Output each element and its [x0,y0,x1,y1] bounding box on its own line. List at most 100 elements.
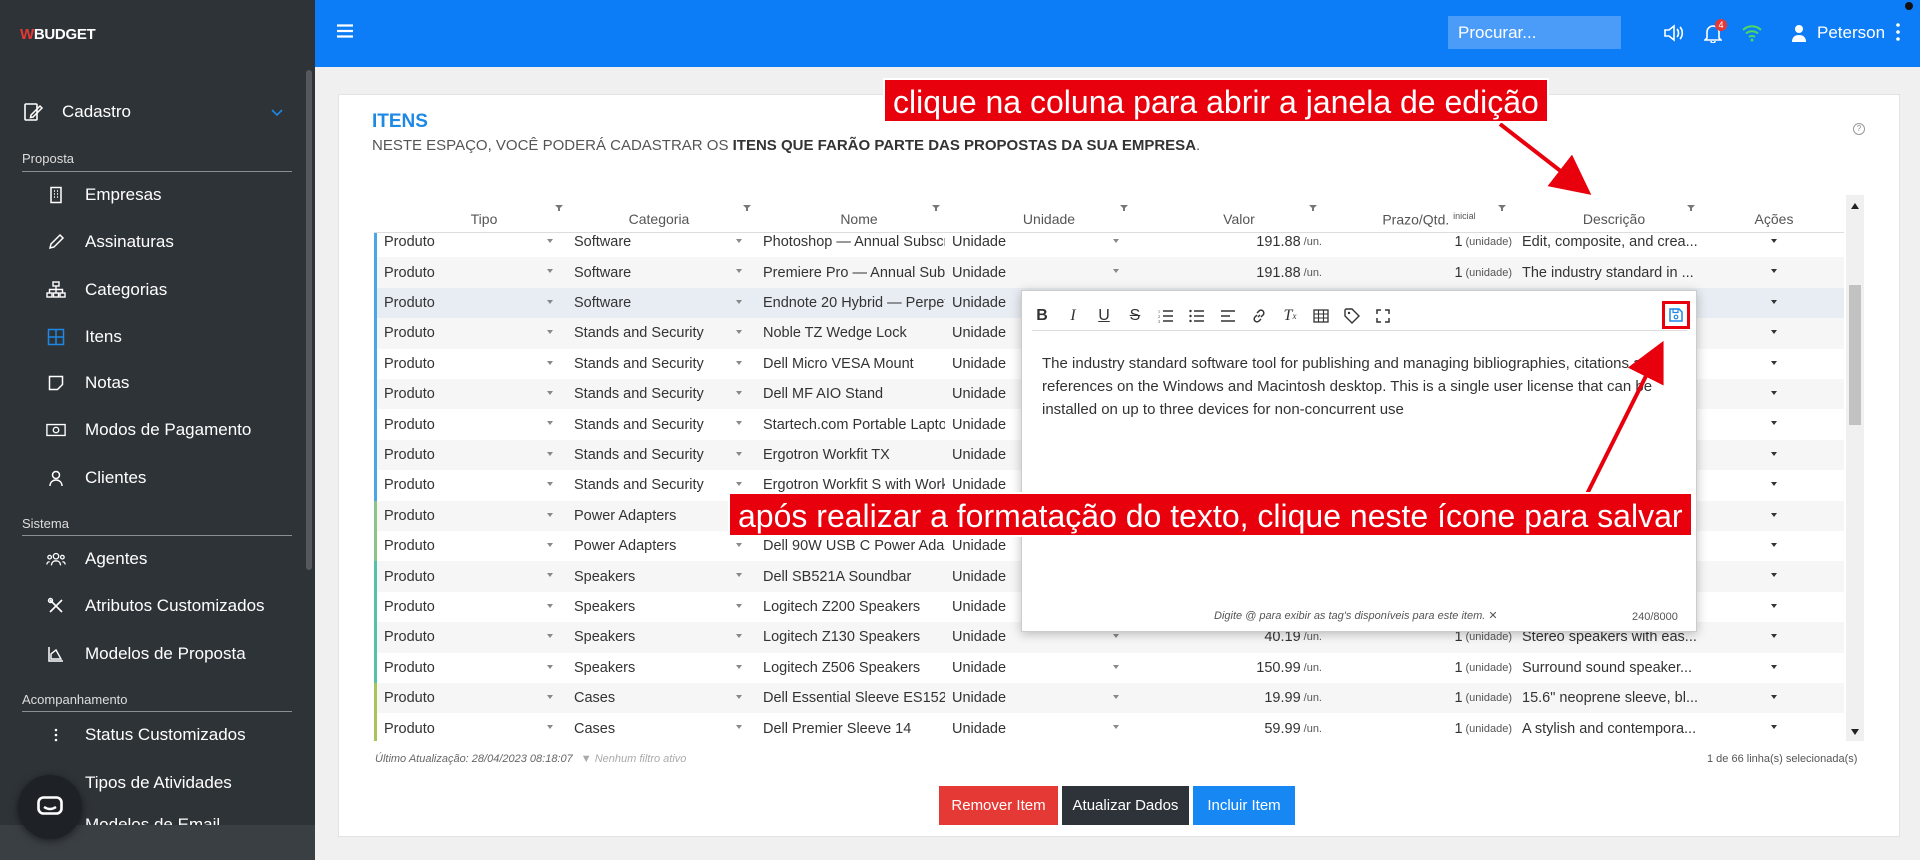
cell-tipo[interactable]: Produto [384,349,534,379]
dropdown-arrow-icon[interactable] [547,391,553,395]
app-logo[interactable]: WBUDGET [20,26,96,43]
dropdown-arrow-icon[interactable] [547,573,553,578]
dropdown-arrow-icon[interactable] [1113,634,1119,639]
column-header-prazo[interactable]: Prazo/Qtd. inicial [1334,211,1524,228]
dropdown-arrow-icon[interactable] [1113,725,1119,730]
dropdown-arrow-icon[interactable] [736,239,742,243]
cell-categoria[interactable]: Speakers [574,622,734,652]
bullet-list-icon[interactable] [1187,306,1207,326]
fullscreen-icon[interactable] [1373,306,1393,326]
row-actions-icon[interactable] [1771,239,1777,243]
dropdown-arrow-icon[interactable] [547,482,553,487]
dropdown-arrow-icon[interactable] [736,573,742,578]
column-header-tipo[interactable]: Tipo [444,211,524,227]
filter-icon[interactable] [932,205,940,211]
cell-prazo[interactable]: 1 (unidade) [1334,257,1512,287]
dropdown-arrow-icon[interactable] [736,725,742,730]
filter-icon[interactable] [743,205,751,211]
dropdown-arrow-icon[interactable] [736,360,742,365]
cell-tipo[interactable]: Produto [384,409,534,439]
cell-categoria[interactable]: Stands and Security [574,409,734,439]
cell-tipo[interactable]: Produto [384,470,534,500]
dropdown-arrow-icon[interactable] [547,421,553,426]
cell-nome[interactable]: Dell Essential Sleeve ES1520V [763,683,945,713]
grid-scrollbar[interactable] [1846,195,1864,741]
cell-categoria[interactable]: Power Adapters [574,531,734,561]
close-icon[interactable]: ✕ [1488,610,1497,622]
table-icon[interactable] [1311,306,1331,326]
dropdown-arrow-icon[interactable] [736,603,742,608]
dropdown-arrow-icon[interactable] [1113,664,1119,669]
column-header-nome[interactable]: Nome [764,211,954,227]
dropdown-arrow-icon[interactable] [736,451,742,456]
cell-categoria[interactable]: Speakers [574,653,734,683]
cell-categoria[interactable]: Speakers [574,561,734,591]
cell-tipo[interactable]: Produto [384,683,534,713]
dropdown-arrow-icon[interactable] [736,482,742,487]
row-actions-icon[interactable] [1771,451,1777,456]
underline-icon[interactable]: U [1094,306,1114,326]
dropdown-arrow-icon[interactable] [736,269,742,274]
remove-item-button[interactable]: Remover Item [939,786,1058,825]
table-row[interactable]: Produto Cases Dell Essential Sleeve ES1520… [374,683,1844,714]
help-icon[interactable]: ? [1853,123,1865,135]
dropdown-arrow-icon[interactable] [547,512,553,517]
dropdown-arrow-icon[interactable] [1113,239,1119,243]
dropdown-arrow-icon[interactable] [547,664,553,669]
dropdown-arrow-icon[interactable] [736,391,742,395]
add-item-button[interactable]: Incluir Item [1193,786,1295,825]
row-actions-icon[interactable] [1771,664,1777,669]
cell-tipo[interactable]: Produto [384,531,534,561]
sidebar-item-empresas[interactable]: Empresas [0,178,300,212]
cell-tipo[interactable]: Produto [384,257,534,287]
cell-nome[interactable]: Endnote 20 Hybrid — Perpetu [763,288,945,318]
cell-unidade[interactable]: Unidade [952,683,1042,713]
row-actions-icon[interactable] [1771,299,1777,304]
cell-valor[interactable]: 19.99/un. [1144,683,1322,713]
sidebar-item-clientes[interactable]: Clientes [0,461,300,495]
cell-valor[interactable]: 191.88/un. [1144,233,1322,257]
cell-nome[interactable]: Photoshop — Annual Subscri [763,233,945,257]
table-row[interactable]: Produto Cases Dell Premier Sleeve 14 Unidad… [374,713,1844,741]
cell-tipo[interactable]: Produto [384,501,534,531]
cell-categoria[interactable]: Stands and Security [574,379,734,409]
table-row[interactable]: Produto Software Premiere Pro — Annual Sub… [374,257,1844,288]
row-actions-icon[interactable] [1771,330,1777,335]
dropdown-arrow-icon[interactable] [547,543,553,547]
save-button[interactable] [1662,301,1690,329]
table-row[interactable]: Produto Speakers Logitech Z506 Speakers Uni… [374,652,1844,683]
filter-icon[interactable] [555,205,563,211]
cell-descricao[interactable]: Edit, composite, and crea... [1522,233,1702,257]
cell-unidade[interactable]: Unidade [952,233,1042,257]
row-actions-icon[interactable] [1771,269,1777,274]
search-input[interactable] [1448,16,1621,49]
table-row[interactable]: Produto Software Photoshop — Annual Subscr… [374,233,1844,258]
row-actions-icon[interactable] [1771,391,1777,395]
dropdown-arrow-icon[interactable] [1113,695,1119,699]
dropdown-arrow-icon[interactable] [736,543,742,547]
user-name[interactable]: Peterson [1817,23,1885,43]
row-actions-icon[interactable] [1771,360,1777,365]
cell-nome[interactable]: Logitech Z130 Speakers [763,622,945,652]
cell-tipo[interactable]: Produto [384,288,534,318]
sidebar-item-categorias[interactable]: Categorias [0,273,300,307]
row-actions-icon[interactable] [1771,421,1777,426]
row-actions-icon[interactable] [1771,573,1777,578]
dropdown-arrow-icon[interactable] [547,269,553,274]
sidebar-item-status[interactable]: Status Customizados [0,718,300,752]
sidebar-item-agentes[interactable]: Agentes [0,542,300,576]
cell-nome[interactable]: Startech.com Portable Laptop [763,409,945,439]
sidebar-item-assinaturas[interactable]: Assinaturas [0,225,300,259]
cell-categoria[interactable]: Cases [574,683,734,713]
filter-icon[interactable] [1120,205,1128,211]
chat-button[interactable] [18,775,82,839]
dropdown-arrow-icon[interactable] [736,330,742,335]
scrollbar-thumb[interactable] [1849,285,1861,425]
dropdown-arrow-icon[interactable] [736,695,742,699]
cell-categoria[interactable]: Stands and Security [574,470,734,500]
sidebar-scrollbar[interactable] [306,70,312,570]
cell-categoria[interactable]: Stands and Security [574,349,734,379]
dropdown-arrow-icon[interactable] [547,695,553,699]
cell-nome[interactable]: Dell MF AIO Stand [763,379,945,409]
cell-unidade[interactable]: Unidade [952,653,1042,683]
